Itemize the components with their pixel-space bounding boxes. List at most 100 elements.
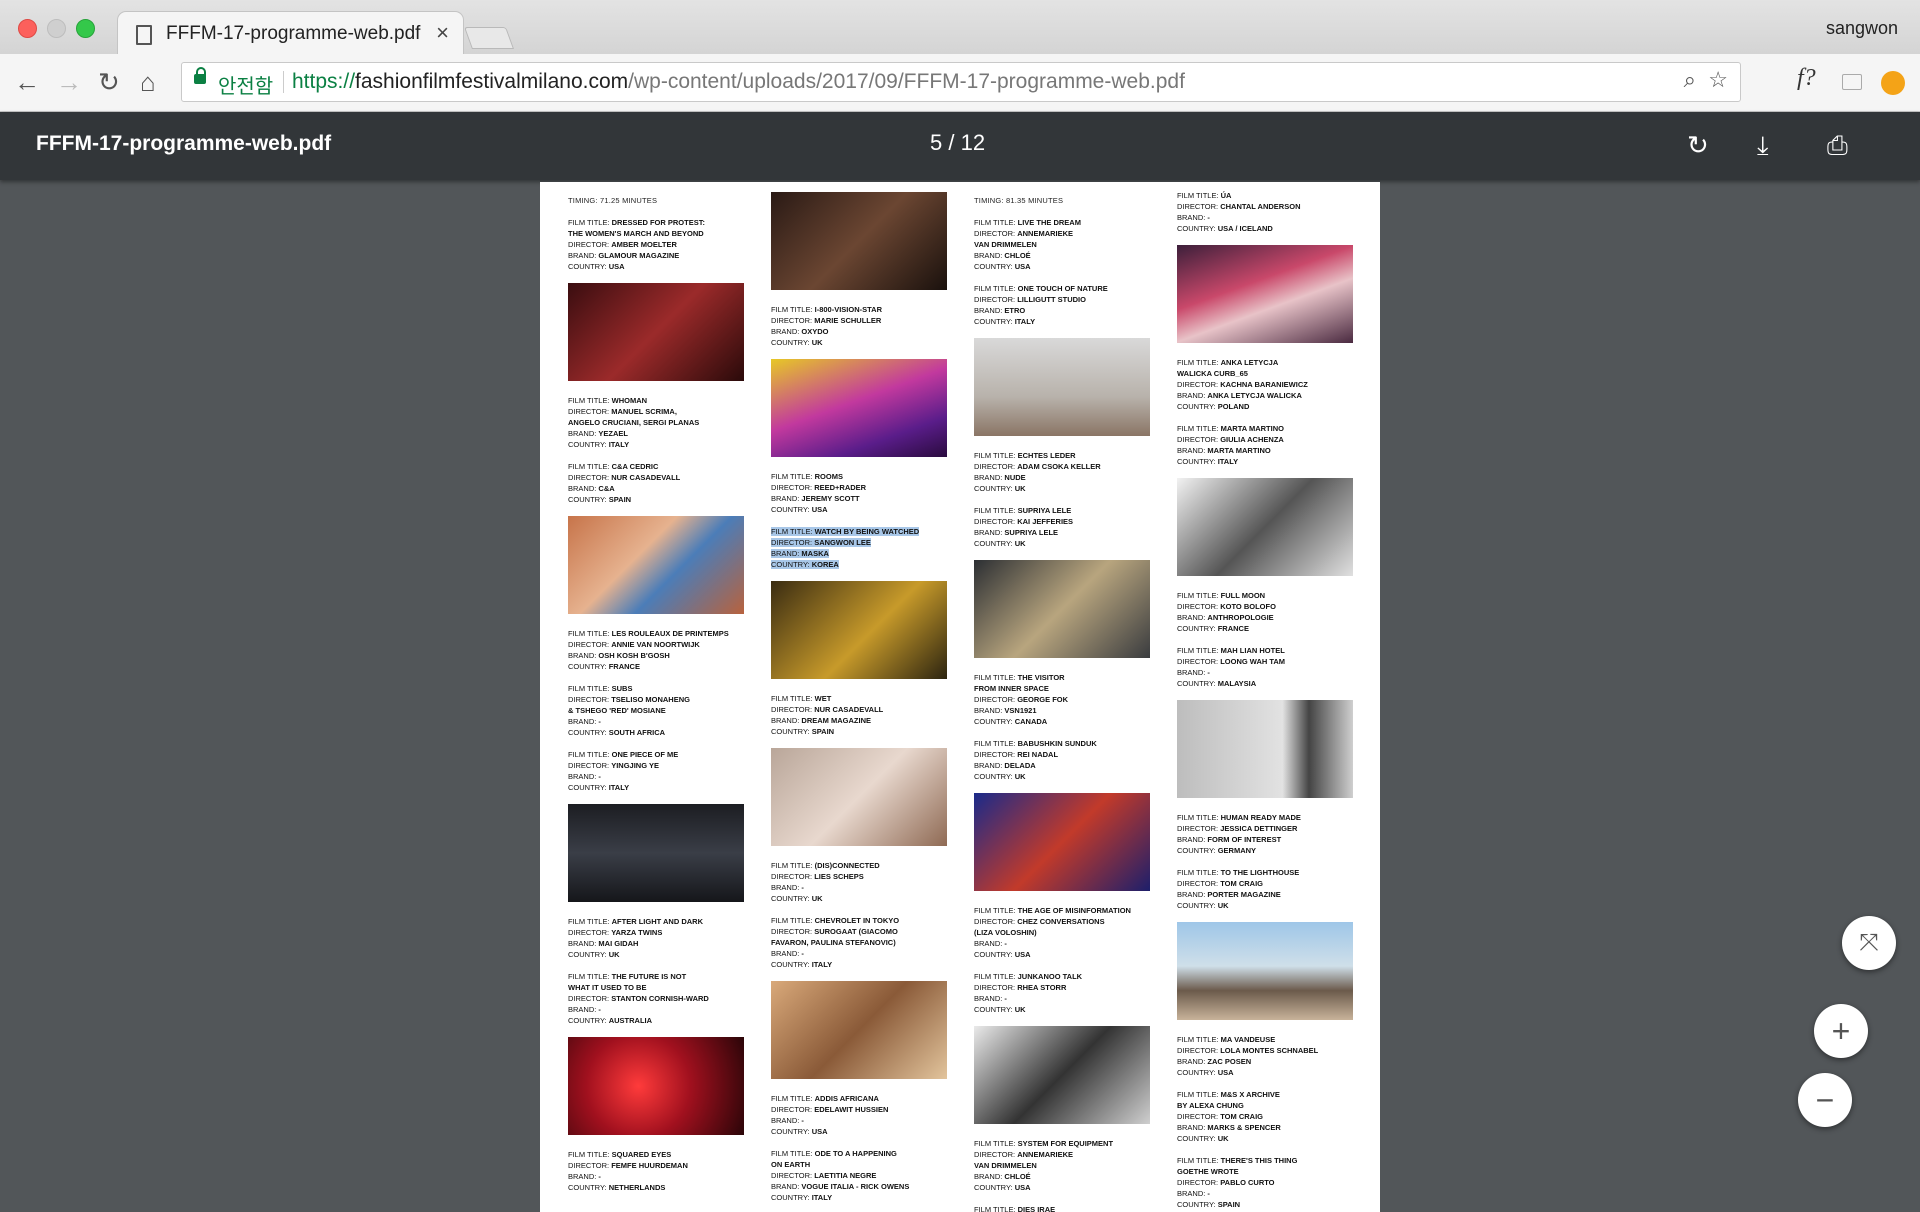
zoom-in-button[interactable]: +: [1814, 1004, 1868, 1058]
address-bar[interactable]: 안전함 https://fashionfilmfestivalmilano.co…: [181, 62, 1741, 102]
secure-label[interactable]: 안전함: [218, 70, 273, 99]
film-entry: FILM TITLE: THE VISITOR FROM INNER SPACE D…: [974, 672, 1154, 727]
download-icon[interactable]: ⤓: [1757, 130, 1769, 162]
film-still-image: [771, 581, 947, 679]
url-text[interactable]: https://fashionfilmfestivalmilano.com/wp…: [292, 70, 1185, 94]
profile-name[interactable]: sangwon: [1826, 18, 1898, 39]
tab-strip: FFFM-17-programme-web.pdf × sangwon: [0, 0, 1920, 54]
fit-to-page-icon[interactable]: ⤧: [1842, 916, 1896, 970]
zoom-magnifier-icon[interactable]: ⌕: [1684, 67, 1696, 93]
film-entry-line: DIRECTOR: MANUEL SCRIMA,: [568, 407, 677, 416]
film-entry-line: (LIZA VOLOSHIN): [974, 928, 1037, 937]
bookmark-star-icon[interactable]: ☆: [1708, 67, 1728, 93]
film-entry-line: FILM TITLE: SYSTEM FOR EQUIPMENT: [974, 1139, 1114, 1148]
new-tab-button[interactable]: [463, 27, 515, 49]
extension-orange-icon[interactable]: [1881, 71, 1905, 95]
film-entry-line: FILM TITLE: JUNKANOO TALK: [974, 972, 1083, 981]
film-entry: FILM TITLE: THE AGE OF MISINFORMATION DIR…: [974, 905, 1154, 960]
film-entry: FILM TITLE: LIVE THE DREAM DIRECTOR: ANNE…: [974, 217, 1154, 272]
film-still-image: [568, 283, 744, 381]
film-entry-line: DIRECTOR: STANTON CORNISH-WARD: [568, 994, 709, 1003]
film-still-image: [974, 560, 1150, 658]
maximize-window-button[interactable]: [76, 19, 95, 38]
home-icon[interactable]: ⌂: [140, 68, 156, 96]
film-entry-line: BRAND: ANTHROPOLOGIE: [1177, 613, 1274, 622]
tab-active[interactable]: FFFM-17-programme-web.pdf ×: [118, 12, 463, 54]
film-entry-line: COUNTRY: UK: [568, 950, 620, 959]
film-entry-line: FILM TITLE: WET: [771, 694, 832, 703]
film-entry-line: DIRECTOR: NUR CASADEVALL: [568, 473, 681, 482]
film-entry: FILM TITLE: WATCH BY BEING WATCHED DIRECT…: [771, 526, 951, 570]
film-entry-line: BRAND: -: [1177, 668, 1210, 677]
film-entry-line: COUNTRY: GERMANY: [1177, 846, 1257, 855]
page-current[interactable]: 5: [930, 130, 942, 155]
film-entry: FILM TITLE: MA VANDEUSE DIRECTOR: LOLA MO…: [1177, 1034, 1357, 1078]
film-entry-line: DIRECTOR: GIULIA ACHENZA: [1177, 435, 1284, 444]
pdf-page: TIMING: 71.25 MINUTES FILM TITLE: DRESSED…: [540, 182, 1380, 1212]
film-entry-line: FILM TITLE: THE VISITOR: [974, 673, 1065, 682]
browser-toolbar: ← → ↻ ⌂ 안전함 https://fashionfilmfestivalm…: [0, 54, 1920, 112]
film-entry-line: BRAND: -: [568, 1172, 601, 1181]
film-entry-line: COUNTRY: KOREA: [771, 560, 839, 569]
film-entry-line: BRAND: MARKS & SPENCER: [1177, 1123, 1281, 1132]
film-entry-line: BRAND: FORM OF INTEREST: [1177, 835, 1282, 844]
extension-fx-icon[interactable]: f?: [1797, 65, 1816, 92]
film-entry: FILM TITLE: THERE'S THIS THING GOETHE WRO…: [1177, 1155, 1357, 1210]
pdf-toolbar: FFFM-17-programme-web.pdf 5 / 12 ↻ ⤓ ⎙: [0, 112, 1920, 180]
film-entry-line: DIRECTOR: YARZA TWINS: [568, 928, 663, 937]
film-entry-line: WHAT IT USED TO BE: [568, 983, 647, 992]
film-entry-line: DIRECTOR: NUR CASADEVALL: [771, 705, 884, 714]
tab-close-icon[interactable]: ×: [436, 20, 449, 46]
film-entry-line: FILM TITLE: (DIS)CONNECTED: [771, 861, 880, 870]
film-entry-line: COUNTRY: ITALY: [568, 783, 630, 792]
film-entry-line: COUNTRY: FRANCE: [568, 662, 640, 671]
film-entry-line: ON EARTH: [771, 1160, 811, 1169]
film-entry-line: COUNTRY: ITALY: [1177, 457, 1239, 466]
film-entry: FILM TITLE: AFTER LIGHT AND DARK DIRECTOR…: [568, 916, 748, 960]
film-entry-line: BRAND: DREAM MAGAZINE: [771, 716, 872, 725]
pdf-title: FFFM-17-programme-web.pdf: [36, 132, 332, 155]
film-still-image: [974, 793, 1150, 891]
film-entry-line: FILM TITLE: ECHTES LEDER: [974, 451, 1076, 460]
film-entry-line: BRAND: MAI GIDAH: [568, 939, 639, 948]
film-entry-line: COUNTRY: SPAIN: [568, 495, 632, 504]
film-entry-line: FILM TITLE: MARTA MARTINO: [1177, 424, 1284, 433]
film-entry-line: FILM TITLE: ROOMS: [771, 472, 843, 481]
extension-cast-icon[interactable]: [1842, 74, 1862, 90]
film-entry-line: COUNTRY: USA: [771, 505, 828, 514]
film-entry-line: FAVARON, PAULINA STEFANOVIC): [771, 938, 896, 947]
document-icon: [136, 25, 152, 45]
minimize-window-button[interactable]: [47, 19, 66, 38]
reload-icon[interactable]: ↻: [98, 68, 120, 96]
film-still-image: [974, 1026, 1150, 1124]
pdf-column: FILM TITLE: I-800-VISION-STAR DIRECTOR: M…: [771, 190, 951, 1212]
film-entry: FILM TITLE: SUBS DIRECTOR: TSELISO MONAHE…: [568, 683, 748, 738]
film-entry: FILM TITLE: MAH LIAN HOTEL DIRECTOR: LOON…: [1177, 645, 1357, 689]
film-entry-line: FILM TITLE: THERE'S THIS THING: [1177, 1156, 1298, 1165]
film-still-image: [568, 804, 744, 902]
film-entry-line: DIRECTOR: ANNEMARIEKE: [974, 229, 1074, 238]
film-entry: FILM TITLE: SQUARED EYES DIRECTOR: FEMFE …: [568, 1149, 748, 1193]
film-entry-line: COUNTRY: SPAIN: [1177, 1200, 1241, 1209]
film-entry-line: COUNTRY: NETHERLANDS: [568, 1183, 666, 1192]
rotate-icon[interactable]: ↻: [1687, 130, 1709, 161]
film-entry-line: FILM TITLE: ONE PIECE OF ME: [568, 750, 679, 759]
film-entry-line: DIRECTOR: KOTO BOLOFO: [1177, 602, 1276, 611]
film-entry-line: FILM TITLE: ÚA: [1177, 191, 1232, 200]
close-window-button[interactable]: [18, 19, 37, 38]
film-entry-line: COUNTRY: USA: [771, 1127, 828, 1136]
film-still-image: [1177, 922, 1353, 1020]
film-entry: FILM TITLE: ODE TO A HAPPENING ON EARTH DI…: [771, 1148, 951, 1203]
page-indicator: 5 / 12: [930, 130, 986, 155]
film-still-image: [771, 192, 947, 290]
forward-icon[interactable]: →: [56, 68, 82, 96]
film-entry-line: COUNTRY: FRANCE: [1177, 624, 1249, 633]
zoom-out-button[interactable]: −: [1798, 1073, 1852, 1127]
film-entry-line: BRAND: GLAMOUR MAGAZINE: [568, 251, 680, 260]
film-entry-line: BRAND: JEREMY SCOTT: [771, 494, 860, 503]
film-entry-line: COUNTRY: USA / ICELAND: [1177, 224, 1273, 233]
print-icon[interactable]: ⎙: [1827, 130, 1848, 162]
page-total: 12: [960, 130, 986, 155]
back-icon[interactable]: ←: [14, 68, 40, 96]
film-entry-line: FILM TITLE: MAH LIAN HOTEL: [1177, 646, 1285, 655]
